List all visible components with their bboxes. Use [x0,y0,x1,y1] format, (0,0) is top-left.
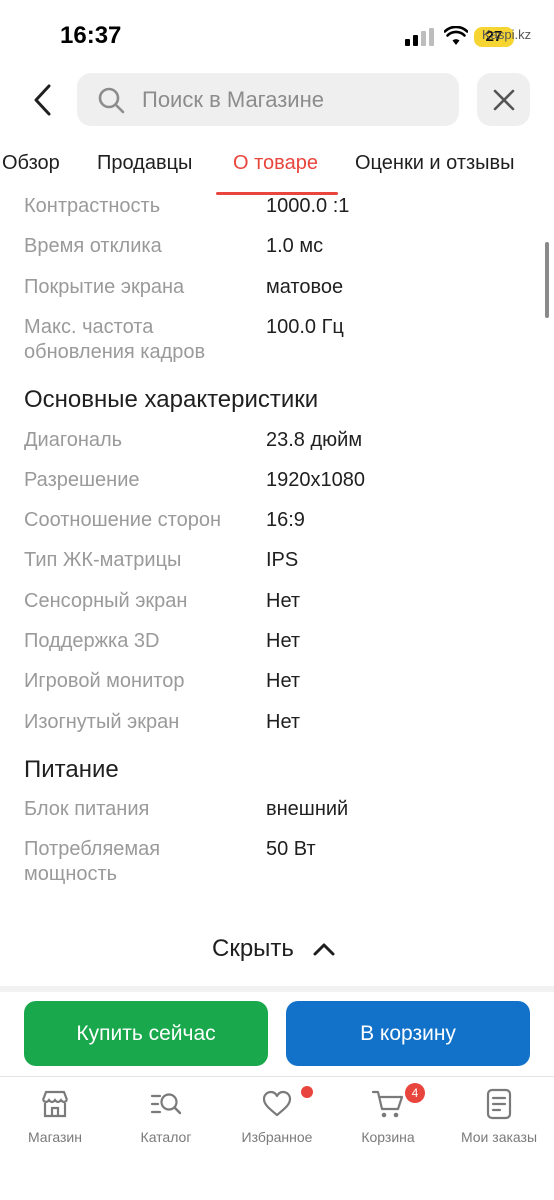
close-search-button[interactable] [477,73,530,126]
cart-icon [371,1090,404,1118]
search-icon [98,87,125,114]
store-icon [41,1090,69,1118]
spec-label: Блок питания [24,798,150,820]
action-bar: Купить сейчас В корзину [0,992,554,1076]
chevron-up-icon [313,943,335,956]
section-title-main: Основные характеристики [24,386,319,413]
back-button[interactable] [22,80,62,120]
spec-value: 16:9 [266,509,305,531]
spec-label: Изогнутый экран [24,711,180,733]
wifi-icon [444,26,468,45]
spec-value: 1920x1080 [266,469,365,491]
cart-count-badge: 4 [405,1083,425,1103]
nav-item-cart[interactable]: Корзина 4 [333,1083,443,1145]
tab-sellers[interactable]: Продавцы [97,152,192,175]
spec-value: Нет [266,711,301,733]
spec-label: Соотношение сторон [24,509,221,531]
spec-label: Диагональ [24,429,123,451]
status-time: 16:37 [60,22,122,49]
status-bar: 16:37 27 Kaspi.kz [0,0,554,70]
spec-label: Поддержка 3D [24,630,160,652]
orders-icon [486,1088,512,1120]
nav-label: Мои заказы [460,1129,538,1145]
spec-label: Разрешение [24,469,140,491]
spec-label: Время отклика [24,235,162,257]
tab-reviews[interactable]: Оценки и отзывы [355,152,515,175]
hide-specs-button[interactable]: Скрыть [212,934,336,964]
spec-label: Тип ЖК-матрицы [24,549,182,571]
spec-value: матовое [266,276,344,298]
search-input[interactable]: Поиск в Магазине [77,73,459,126]
spec-label: Игровой монитор [24,670,185,692]
spec-value: 100.0 Гц [266,316,344,338]
spec-label: Сенсорный экран [24,590,188,612]
section-title-power: Питание [24,756,119,783]
nav-label: Магазин [27,1129,82,1145]
nav-label: Корзина [361,1129,415,1145]
spec-value: 23.8 дюйм [266,429,363,451]
close-icon [493,89,514,110]
product-tabs: Обзор Продавцы О товаре Оценки и отзывы [0,140,554,196]
spec-value: 1.0 мс [266,235,324,257]
nav-label: Каталог [140,1129,192,1145]
tab-about-product[interactable]: О товаре [233,152,318,175]
nav-item-favorites[interactable]: Избранное [222,1086,332,1145]
spec-value: Нет [266,590,301,612]
spec-value: IPS [266,549,299,571]
chevron-left-icon [34,84,51,116]
nav-label: Избранное [241,1129,313,1145]
buy-now-button[interactable]: Купить сейчас [24,1001,268,1066]
add-to-cart-button[interactable]: В корзину [286,1001,530,1066]
nav-item-catalog[interactable]: Каталог [111,1087,221,1145]
watermark-text: Kaspi.kz [482,27,532,42]
search-placeholder: Поиск в Магазине [142,87,324,112]
heart-icon [262,1090,292,1117]
spec-value: Нет [266,670,301,692]
scrollbar[interactable] [545,242,549,318]
spec-label: Макс. частота обновления кадров [24,316,206,363]
tab-overview[interactable]: Обзор [2,152,60,175]
signal-icon [405,28,435,46]
spec-value: 1000.0 :1 [266,195,350,217]
favorites-notification-dot [301,1086,313,1098]
spec-label: Потребляемая мощность [24,838,161,885]
catalog-search-icon [150,1093,182,1115]
spec-value: внешний [266,798,349,820]
spec-value: 50 Вт [266,838,316,860]
hide-specs-label: Скрыть [212,935,294,962]
spec-label: Покрытие экрана [24,276,185,298]
spec-label: Контрастность [24,195,161,217]
spec-value: Нет [266,630,301,652]
nav-item-orders[interactable]: Мои заказы [444,1087,554,1145]
nav-item-store[interactable]: Магазин [0,1087,110,1145]
bottom-nav: Магазин Каталог Избранное Корзина 4 Мои … [0,1076,554,1200]
